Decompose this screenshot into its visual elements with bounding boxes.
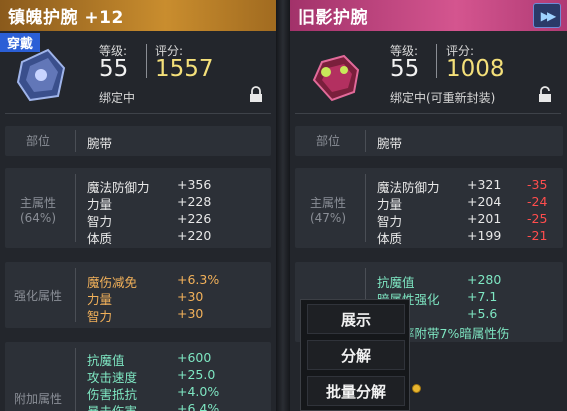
item-title: 旧影护腕 (290, 0, 567, 31)
divider (295, 113, 561, 114)
stat-value: +220 (177, 228, 212, 243)
main-stats-percent: (64%) (19, 211, 57, 225)
stat-value: +4.0% (177, 384, 220, 399)
divider (436, 44, 437, 78)
bracer-icon (16, 48, 66, 102)
stat-name: 体质 (377, 231, 403, 246)
stat-value: +199 (467, 228, 502, 243)
stat-value: +25.0 (177, 367, 216, 382)
context-menu: 展示 分解 批量分解 (300, 299, 410, 411)
unlock-icon[interactable] (536, 86, 554, 104)
slot-value: 腕带 (87, 136, 113, 151)
slot-section: 部位 腕带 (295, 126, 563, 156)
stat-value: +7.1 (467, 289, 498, 304)
stat-value: +204 (467, 194, 502, 209)
menu-item-disassemble[interactable]: 分解 (307, 340, 405, 370)
bind-status: 绑定中 (99, 91, 136, 105)
main-stats-label: 主属性 (19, 196, 56, 210)
stat-value: +600 (177, 350, 212, 365)
slot-value: 腕带 (377, 136, 403, 151)
stat-value: +228 (177, 194, 212, 209)
stat-value: +201 (467, 211, 502, 226)
stat-value: +226 (177, 211, 212, 226)
score-value: 1557 (155, 56, 214, 82)
level-value: 55 (99, 56, 129, 82)
score-value: 1008 (446, 56, 505, 82)
bind-status: 绑定中(可重新封装) (390, 91, 496, 105)
stat-value: +5.6 (467, 306, 498, 321)
panel-divider (276, 0, 290, 411)
slot-section: 部位 腕带 (5, 126, 271, 156)
stat-value: +6.4% (177, 401, 220, 411)
stat-name: 智力 (87, 309, 113, 324)
enhance-stats-section: 强化属性 魔伤减免 +6.3% 力量 +30 智力 +30 (5, 262, 271, 328)
fast-forward-button[interactable]: ▶▶ (533, 3, 561, 28)
main-stats-label: 主属性 (309, 196, 346, 210)
divider (5, 113, 271, 114)
slot-label: 部位 (25, 134, 50, 148)
item-title: 镇魄护腕 +12 (0, 0, 276, 31)
equipped-item-panel: 镇魄护腕 +12 穿戴 等级: 55 评分: 1557 绑定中 部位 腕带 主属… (0, 0, 276, 411)
extra-stats-label: 附加属性 (13, 392, 62, 406)
stat-value: +6.3% (177, 272, 220, 287)
stat-value: +321 (467, 177, 502, 192)
enhance-stats-label: 强化属性 (13, 289, 62, 303)
stat-value: +30 (177, 289, 204, 304)
main-stats-percent: (47%) (309, 211, 347, 225)
level-value: 55 (390, 56, 420, 82)
coin-icon (412, 384, 421, 393)
extra-stats-section: 附加属性 抗魔值 +600 攻击速度 +25.0 伤害抵抗 +4.0% 暴击伤害… (5, 342, 271, 411)
stat-diff: -25 (527, 211, 548, 226)
main-stats-section: 主属性 (47%) 魔法防御力 +321 -35 力量 +204 -24 智力 … (295, 168, 563, 248)
stat-diff: -24 (527, 194, 548, 209)
slot-label: 部位 (315, 134, 340, 148)
stat-value: +356 (177, 177, 212, 192)
menu-item-batch-disassemble[interactable]: 批量分解 (307, 376, 405, 406)
stat-name: 体质 (87, 231, 113, 246)
stat-name: 暴击伤害 (87, 401, 137, 411)
divider (146, 44, 147, 78)
bracer-icon (312, 54, 360, 102)
menu-item-show[interactable]: 展示 (307, 304, 405, 334)
lock-icon[interactable] (247, 86, 265, 104)
stat-diff: -35 (527, 177, 548, 192)
main-stats-section: 主属性 (64%) 魔法防御力 +356 力量 +228 智力 +226 体质 … (5, 168, 271, 248)
stat-value: +30 (177, 306, 204, 321)
stat-diff: -21 (527, 228, 548, 243)
stat-value: +280 (467, 272, 502, 287)
